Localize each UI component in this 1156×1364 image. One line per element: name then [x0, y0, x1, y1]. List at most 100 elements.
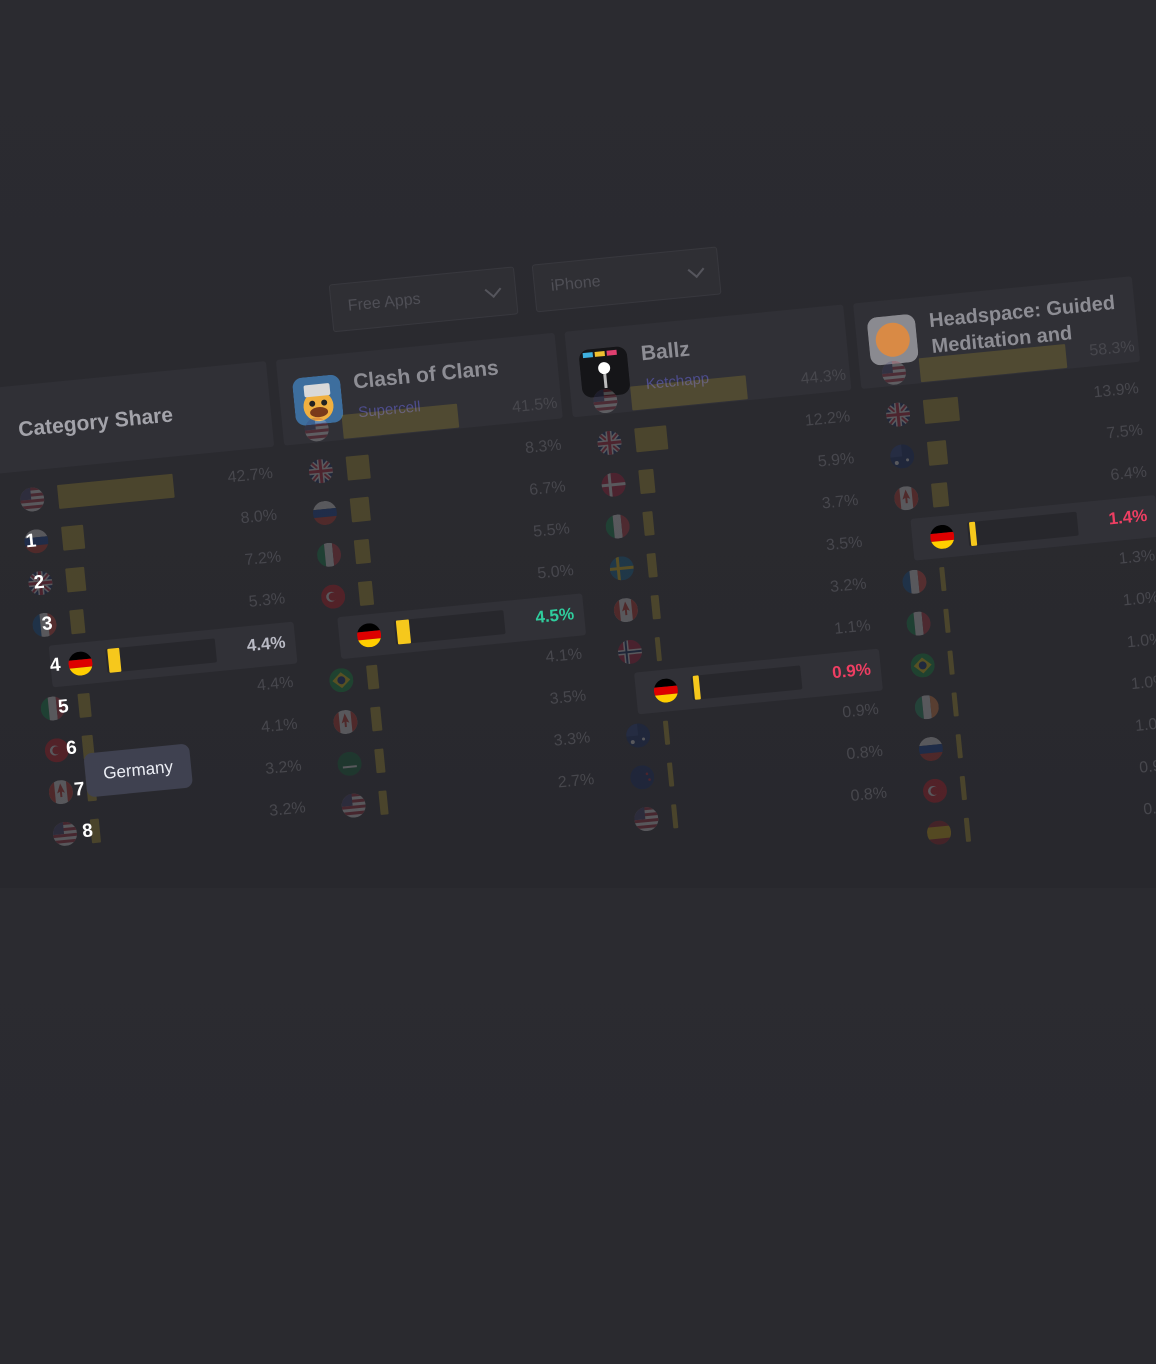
- share-percent: 3.3%: [553, 729, 591, 750]
- share-percent: 3.2%: [268, 799, 307, 820]
- share-bar: [671, 804, 679, 829]
- rank-number: 3: [40, 613, 54, 636]
- share-bar: [939, 566, 947, 592]
- share-percent: 3.2%: [264, 757, 303, 779]
- share-bar: [947, 650, 955, 675]
- share-bar: [353, 538, 372, 565]
- ca-flag: [332, 708, 359, 736]
- it-flag: [905, 610, 932, 637]
- share-bar: [61, 524, 86, 551]
- share-percent: 41.5%: [511, 394, 559, 417]
- share-percent: 8.0%: [239, 506, 278, 528]
- share-bar: [654, 636, 663, 662]
- share-bar: [345, 454, 371, 481]
- share-percent: 0.9%: [1138, 756, 1156, 777]
- de-flag: [355, 622, 383, 649]
- fr-flag: [901, 568, 928, 595]
- share-bar: [634, 425, 669, 453]
- app-title: Ballz: [639, 337, 691, 366]
- uk-flag: [596, 429, 623, 457]
- us-flag: [633, 805, 660, 833]
- share-bar: [56, 473, 175, 509]
- no-flag: [616, 638, 644, 666]
- share-percent: 5.3%: [248, 590, 286, 611]
- app-type-value: Free Apps: [347, 290, 422, 315]
- share-bar: [646, 552, 658, 578]
- share-percent: 5.0%: [536, 562, 575, 583]
- share-bar: [370, 706, 383, 732]
- rank-number: 8: [81, 820, 94, 843]
- share-percent: 0.9%: [841, 700, 880, 722]
- share-percent: 7.5%: [1105, 421, 1144, 443]
- share-bar: [630, 375, 748, 411]
- us-flag: [880, 359, 908, 386]
- au-flag: [889, 443, 916, 470]
- share-percent: 1.4%: [1107, 505, 1149, 529]
- us-flag: [592, 388, 619, 415]
- share-percent: 58.3%: [1088, 338, 1136, 360]
- share-percent: 3.7%: [821, 491, 860, 513]
- chevron-down-icon: [484, 281, 502, 299]
- share-bar: [366, 664, 380, 690]
- uk-flag: [884, 401, 912, 428]
- share-percent: 3.2%: [829, 575, 868, 597]
- category-share-header: Category Share: [0, 361, 275, 474]
- share-bar: [666, 762, 675, 787]
- share-bar: [943, 608, 951, 634]
- share-percent: 4.1%: [260, 715, 299, 737]
- share-bar: [959, 775, 968, 801]
- share-bar: [931, 482, 950, 508]
- it-flag: [604, 513, 631, 540]
- share-percent: 0.9%: [831, 659, 872, 683]
- rank-number: 4: [48, 654, 62, 677]
- rank-number: 6: [65, 737, 78, 760]
- share-bar: [349, 496, 371, 523]
- dk-flag: [600, 471, 627, 498]
- es-flag: [925, 819, 953, 846]
- share-percent: 7.2%: [243, 548, 282, 570]
- share-bar: [395, 619, 412, 645]
- share-percent: 3.5%: [548, 687, 587, 708]
- nz-flag: [629, 764, 656, 791]
- share-percent: 1.3%: [1117, 547, 1156, 568]
- ie-flag: [913, 694, 940, 721]
- share-percent: 1.0%: [1134, 714, 1156, 735]
- rank-number: 2: [32, 571, 46, 594]
- share-bar-track: [690, 665, 803, 700]
- rank-number: 5: [57, 696, 70, 718]
- country-share-board: Free Apps iPhone Category Share 4 2.7% 8.0…: [0, 246, 1156, 1363]
- share-percent: 3.5%: [825, 533, 864, 555]
- au-flag: [625, 722, 652, 749]
- rank-number: 7: [73, 778, 86, 801]
- share-percent: 4.4%: [245, 632, 287, 656]
- it-flag: [315, 541, 343, 568]
- share-percent: 4.5%: [534, 604, 575, 627]
- de-flag: [67, 650, 94, 677]
- ru-flag: [311, 499, 339, 527]
- us-flag: [340, 792, 367, 819]
- share-bar: [662, 720, 671, 745]
- share-bar: [963, 817, 972, 843]
- tr-flag: [921, 777, 949, 804]
- device-dropdown[interactable]: iPhone: [531, 246, 722, 313]
- share-bar: [341, 403, 460, 439]
- share-bar: [951, 692, 959, 717]
- uk-flag: [307, 458, 334, 485]
- share-bar: [638, 468, 656, 495]
- share-bar: [926, 440, 949, 466]
- column-title: Category Share: [17, 403, 175, 442]
- rank-number: 1: [24, 530, 38, 553]
- share-percent: 2.7%: [557, 771, 596, 792]
- share-bar: [374, 748, 386, 774]
- app-type-dropdown[interactable]: Free Apps: [328, 266, 519, 333]
- share-bar: [107, 647, 122, 673]
- se-flag: [608, 555, 635, 582]
- de-flag: [652, 677, 680, 704]
- share-percent: 12.2%: [804, 408, 851, 430]
- share-bar: [65, 566, 87, 593]
- share-percent: 44.3%: [799, 366, 847, 388]
- share-percent: 1.1%: [833, 617, 872, 638]
- category-share-view: Free Apps iPhone Category Share 4 2.7% 8.0…: [0, 0, 1156, 888]
- share-percent: 13.9%: [1092, 380, 1140, 402]
- share-percent: 1.0%: [1130, 672, 1156, 694]
